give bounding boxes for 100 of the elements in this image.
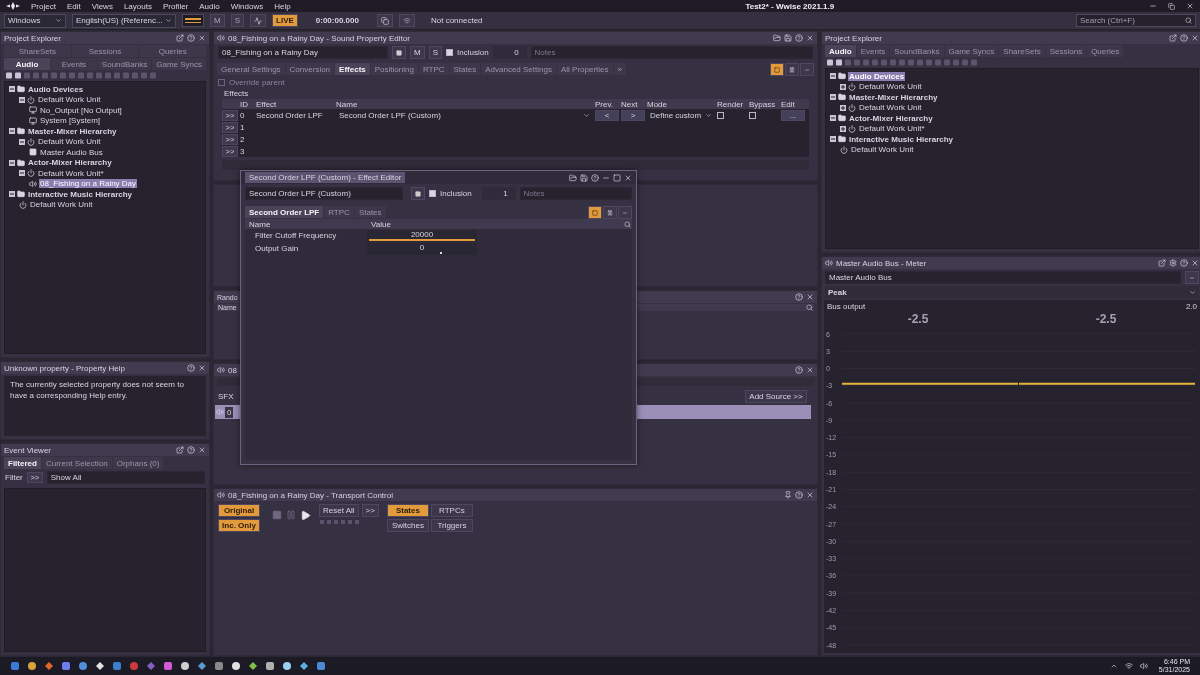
folder-icon[interactable] bbox=[569, 173, 577, 182]
filter-button[interactable]: Triggers bbox=[430, 519, 473, 532]
more-button[interactable]: >> bbox=[361, 504, 379, 517]
tab[interactable]: RTPC bbox=[324, 206, 354, 218]
mute-button[interactable]: M bbox=[410, 46, 425, 59]
chevron-up-icon[interactable] bbox=[1109, 662, 1118, 670]
close-icon[interactable] bbox=[806, 34, 814, 42]
solo-button[interactable]: S bbox=[230, 14, 244, 27]
toggle-button[interactable]: Original bbox=[218, 504, 260, 517]
close-icon[interactable] bbox=[624, 173, 632, 182]
previous-button[interactable]: < bbox=[595, 109, 619, 121]
tree-item[interactable]: Default Work Unit* bbox=[858, 124, 926, 134]
collapse-icon[interactable] bbox=[830, 73, 836, 80]
menu-item[interactable]: Edit bbox=[66, 1, 81, 11]
toggle-button[interactable]: Inc. Only bbox=[218, 519, 260, 532]
live-button[interactable]: LIVE bbox=[272, 14, 298, 27]
save-icon[interactable] bbox=[784, 34, 792, 42]
help-icon[interactable] bbox=[795, 366, 803, 374]
tab[interactable]: States bbox=[354, 206, 386, 218]
restore-icon[interactable] bbox=[1168, 2, 1175, 10]
tree-item[interactable]: Default Work Unit bbox=[37, 137, 102, 147]
graph-button[interactable] bbox=[250, 14, 266, 27]
remote-button[interactable] bbox=[398, 14, 415, 27]
search-icon[interactable] bbox=[624, 220, 631, 228]
help-icon[interactable] bbox=[187, 34, 195, 42]
solo-button[interactable]: S bbox=[428, 46, 442, 59]
tree-item[interactable]: Master Audio Bus bbox=[39, 147, 104, 157]
tab[interactable]: Effects bbox=[335, 63, 370, 75]
search-field[interactable]: Search (Ctrl+F) bbox=[1076, 14, 1196, 27]
tab[interactable]: RTPC bbox=[418, 63, 449, 75]
tab[interactable]: SoundBanks bbox=[97, 58, 152, 70]
next-button[interactable]: > bbox=[621, 109, 645, 121]
search-input[interactable]: Search (Ctrl+F) bbox=[1080, 16, 1183, 25]
collapse-icon[interactable] bbox=[9, 128, 15, 135]
help-icon[interactable] bbox=[795, 293, 803, 301]
color-button[interactable] bbox=[392, 46, 406, 59]
inclusion-checkbox[interactable] bbox=[446, 49, 453, 56]
tab[interactable]: Events bbox=[50, 58, 97, 70]
tab[interactable]: Game Syncs bbox=[944, 45, 999, 57]
collapse-icon[interactable] bbox=[830, 94, 836, 101]
volume-icon[interactable] bbox=[1139, 662, 1148, 670]
tab[interactable]: General Settings bbox=[217, 63, 285, 75]
layout-button[interactable] bbox=[603, 206, 617, 219]
add-source-button[interactable]: Add Source >> bbox=[745, 390, 807, 403]
close-icon[interactable] bbox=[198, 446, 206, 454]
tab[interactable]: Sessions bbox=[1045, 45, 1087, 57]
value-slider[interactable]: 0 bbox=[367, 242, 477, 255]
platform-dropdown[interactable]: Windows bbox=[4, 13, 66, 28]
tree-item[interactable]: Default Work Unit bbox=[850, 145, 915, 155]
notes-field[interactable]: Notes bbox=[530, 46, 813, 59]
tree-item[interactable]: Master-Mixer Hierarchy bbox=[848, 92, 939, 102]
help-icon[interactable] bbox=[187, 446, 195, 454]
tab[interactable]: States bbox=[449, 63, 481, 75]
tree-item[interactable]: Interactive Music Hierarchy bbox=[27, 189, 134, 199]
tree-item[interactable]: Master-Mixer Hierarchy bbox=[27, 126, 118, 136]
tab[interactable]: Audio bbox=[4, 58, 50, 70]
tree-item[interactable]: 08_Fishing on a Rainy Day bbox=[39, 179, 138, 189]
value-slider[interactable]: 20000 bbox=[367, 229, 477, 242]
help-icon[interactable] bbox=[795, 34, 803, 42]
tab[interactable]: Filtered bbox=[4, 457, 41, 469]
stop-icon[interactable] bbox=[272, 510, 282, 520]
name-dropdown[interactable]: Second Order LPF (Custom) bbox=[336, 109, 593, 121]
tab[interactable]: Second Order LPF bbox=[245, 206, 324, 218]
tab[interactable]: Queries bbox=[1087, 45, 1124, 57]
help-icon[interactable] bbox=[795, 491, 803, 499]
tree-item[interactable]: Default Work Unit bbox=[858, 82, 923, 92]
tree-item[interactable]: Audio Devices bbox=[27, 84, 85, 94]
filter-button[interactable]: Switches bbox=[386, 519, 429, 532]
collapse-icon[interactable] bbox=[19, 170, 25, 177]
menu-item[interactable]: Help bbox=[274, 1, 291, 11]
collapse-icon[interactable] bbox=[830, 136, 836, 143]
help-icon[interactable] bbox=[1180, 259, 1188, 267]
collapse-icon[interactable] bbox=[9, 191, 15, 198]
tree-item[interactable]: No_Output [No Output] bbox=[39, 105, 123, 115]
collapse-icon[interactable] bbox=[19, 138, 25, 145]
save-icon[interactable] bbox=[580, 173, 588, 182]
mode-dropdown[interactable]: Define custom bbox=[647, 109, 715, 121]
help-icon[interactable] bbox=[1180, 34, 1188, 42]
bypass-checkbox[interactable] bbox=[749, 111, 756, 119]
expand-icon[interactable] bbox=[840, 104, 846, 111]
help-icon[interactable] bbox=[187, 364, 195, 372]
wifi-icon[interactable] bbox=[1124, 662, 1133, 670]
popout-icon[interactable] bbox=[1158, 259, 1166, 267]
toolbar-icons-drawing[interactable] bbox=[826, 59, 979, 66]
inclusion-checkbox[interactable] bbox=[429, 190, 436, 197]
close-icon[interactable] bbox=[1186, 2, 1194, 10]
close-icon[interactable] bbox=[198, 34, 206, 42]
tab[interactable]: Current Selection bbox=[41, 457, 112, 469]
collapse-icon[interactable] bbox=[9, 159, 15, 166]
collapse-icon[interactable] bbox=[9, 86, 15, 93]
tab[interactable]: Sessions bbox=[71, 45, 139, 57]
expand-icon[interactable] bbox=[840, 83, 846, 90]
popout-icon[interactable] bbox=[176, 446, 184, 454]
menu-item[interactable]: Windows bbox=[230, 1, 264, 11]
tab[interactable]: ShareSets bbox=[4, 45, 71, 57]
play-icon[interactable] bbox=[300, 510, 311, 521]
close-icon[interactable] bbox=[806, 293, 814, 301]
tab[interactable]: Orphans (0) bbox=[112, 457, 164, 469]
filter-button[interactable]: RTPCs bbox=[430, 504, 473, 517]
tab[interactable]: » bbox=[613, 63, 626, 75]
